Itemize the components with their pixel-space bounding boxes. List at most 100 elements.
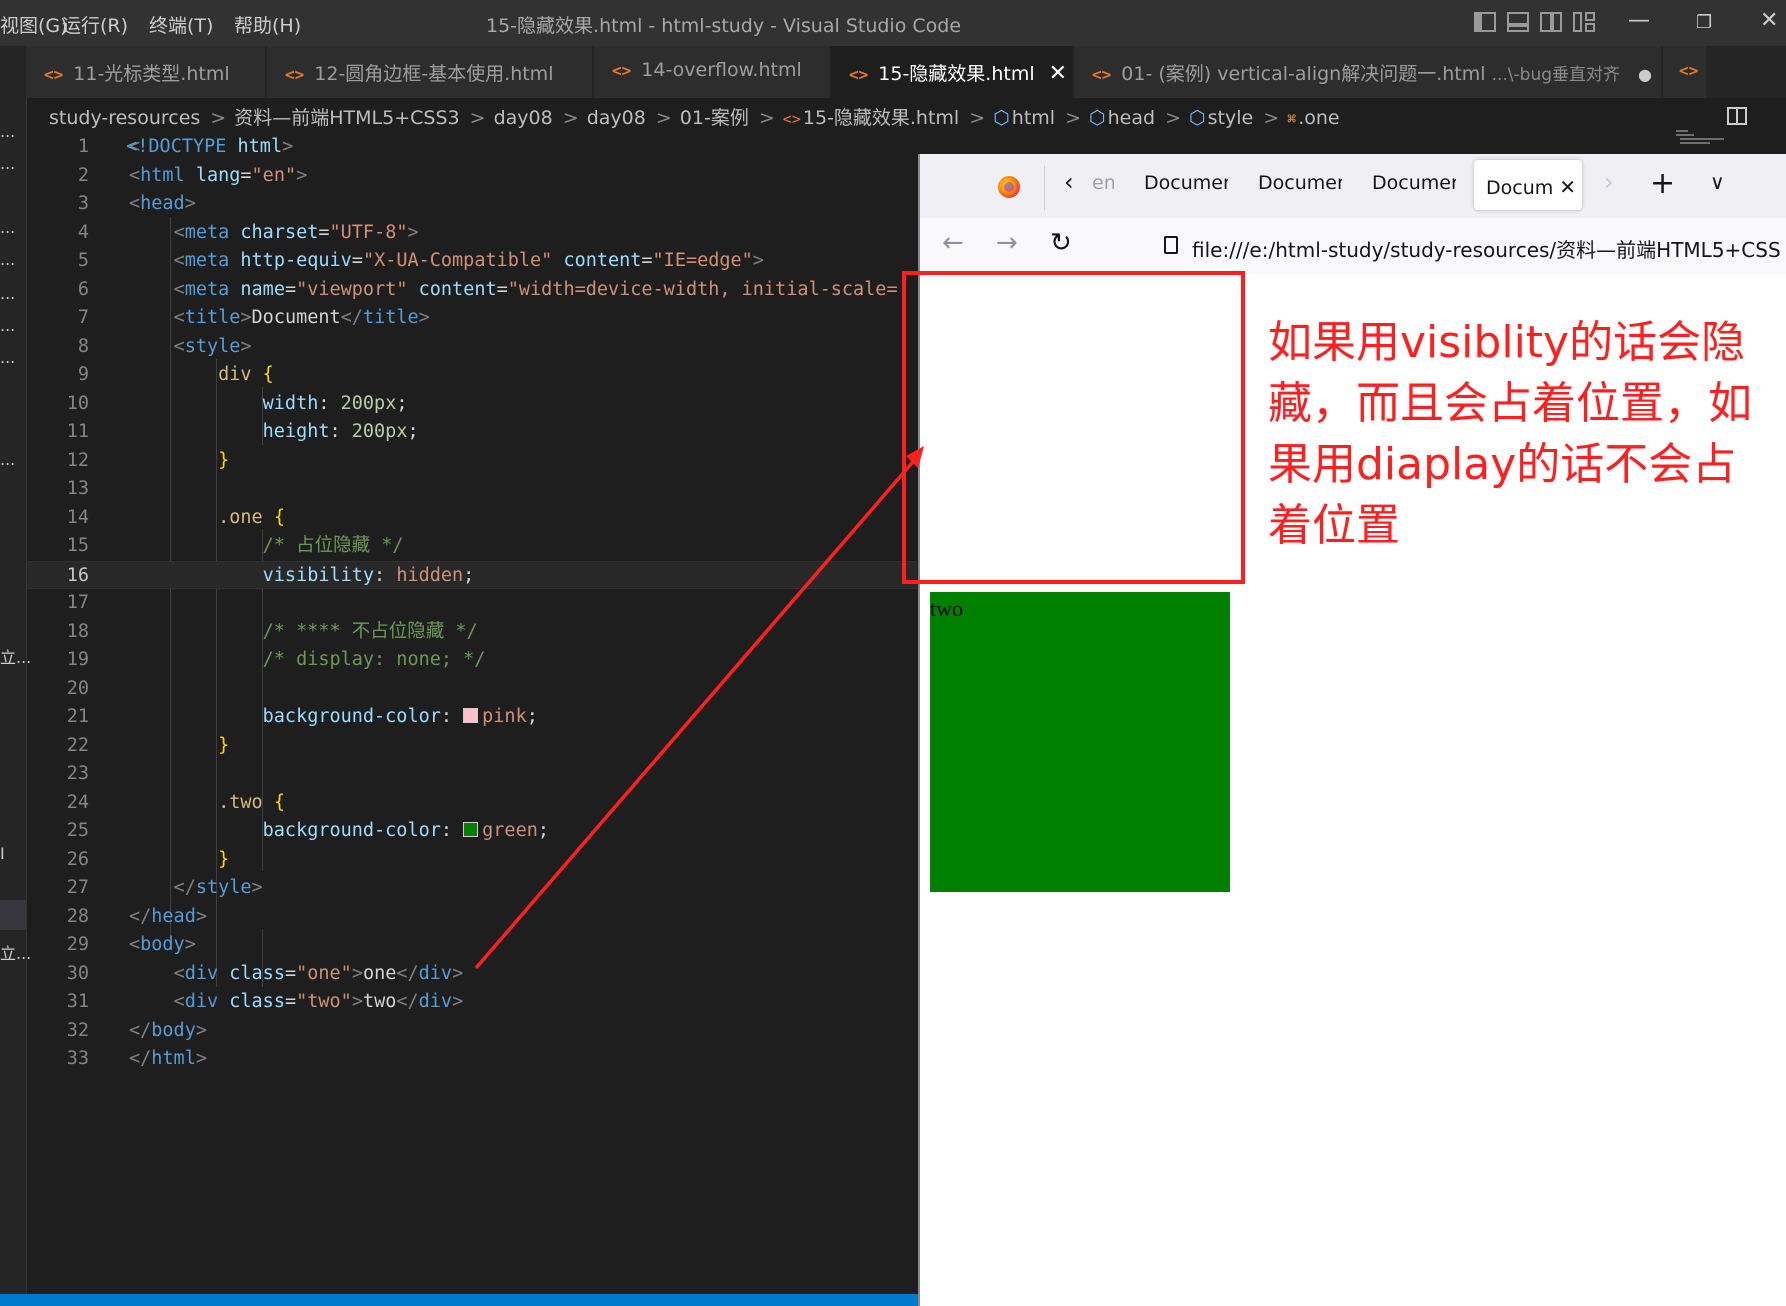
tab-overflow[interactable]: <>0 xyxy=(1663,46,1707,98)
tab-label: 12-圆角边框-基本使用.html xyxy=(314,63,554,85)
browser-tab[interactable]: Documen xyxy=(1372,172,1456,194)
code-line: 27 </style> xyxy=(66,877,263,898)
sidebar-item[interactable]: ... xyxy=(0,218,15,237)
restore-icon[interactable]: ❐ xyxy=(1696,12,1712,33)
page-icon xyxy=(1164,236,1178,254)
sidebar-item[interactable]: ... xyxy=(0,154,15,173)
html-file-icon: <> xyxy=(1679,61,1699,80)
html-file-icon: <> xyxy=(44,65,64,84)
element-cube-icon: ⬡ xyxy=(993,107,1010,129)
sidebar-item[interactable]: I xyxy=(0,844,5,863)
menu-terminal[interactable]: 终端(T) xyxy=(149,11,213,38)
toggle-sidebar-icon[interactable] xyxy=(1474,12,1496,32)
sidebar-item[interactable]: ... xyxy=(0,250,15,269)
toggle-panel-icon[interactable] xyxy=(1507,12,1529,32)
code-line: 26 } xyxy=(66,848,230,870)
code-line: 33 </html> xyxy=(66,1048,207,1069)
left-sidebar-strip: ... ... ... ... ... ... ... ... 立... I 立… xyxy=(0,98,31,1294)
breadcrumb-item[interactable]: day08 xyxy=(494,107,553,129)
breadcrumb-item[interactable]: 资料—前端HTML5+CSS3 xyxy=(234,107,459,129)
unsaved-dot-icon[interactable]: ● xyxy=(1638,65,1652,84)
tab-label: 15-隐藏效果.html xyxy=(878,63,1035,85)
code-line: 7 <title>Document</title> xyxy=(77,307,430,328)
tab-label: 01- (案例) vertical-align解决问题一.html xyxy=(1121,63,1486,85)
window-title: 15-隐藏效果.html - html-study - Visual Studi… xyxy=(486,15,962,37)
firefox-logo-icon xyxy=(998,176,1020,198)
close-tab-icon[interactable]: ✕ xyxy=(1049,61,1067,86)
box-two-text: two xyxy=(930,596,963,621)
tab-label: 14-overflow.html xyxy=(641,59,802,81)
code-line: 1 <<!DOCTYPE html> xyxy=(77,136,294,157)
sidebar-item[interactable]: ... xyxy=(0,316,15,335)
tab-12[interactable]: <> 12-圆角边框-基本使用.html xyxy=(267,46,593,98)
code-line-current: 16 visibility: hidden; xyxy=(27,560,917,589)
code-line: 3 <head> xyxy=(77,193,196,214)
minimap[interactable] xyxy=(1676,130,1726,146)
menu-help[interactable]: 帮助(H) xyxy=(234,11,301,38)
reload-icon[interactable]: ↻ xyxy=(1050,228,1072,258)
tab-description: ...\-bug垂直对齐 xyxy=(1491,65,1621,85)
list-tabs-icon[interactable]: ∨ xyxy=(1710,170,1725,194)
tab-scroll-left-icon[interactable]: ‹ xyxy=(1064,168,1074,196)
browser-toolbar: ← → ↻ file:///e:/html-study/study-resour… xyxy=(920,218,1786,275)
back-icon[interactable]: ← xyxy=(942,228,964,258)
html-file-icon: <> xyxy=(782,110,801,128)
code-line: 23 xyxy=(66,763,89,784)
sidebar-item[interactable]: ... xyxy=(0,284,15,303)
pink-color-swatch[interactable] xyxy=(463,708,479,723)
title-bar: 视图(G) 运行(R) 终端(T) 帮助(H) 15-隐藏效果.html - h… xyxy=(0,0,1786,46)
code-line: 32 </body> xyxy=(66,1019,207,1041)
browser-tab[interactable]: Documen xyxy=(1144,172,1228,194)
new-tab-icon[interactable]: + xyxy=(1650,166,1675,201)
breadcrumb-item[interactable]: 01-案例 xyxy=(680,107,749,129)
toggle-secondary-sidebar-icon[interactable] xyxy=(1540,12,1562,32)
breadcrumb-item[interactable]: .one xyxy=(1298,107,1339,129)
breadcrumb-item[interactable]: 15-隐藏效果.html xyxy=(803,107,959,129)
close-window-icon[interactable]: ✕ xyxy=(1760,8,1778,33)
tab-scroll-right-icon[interactable]: › xyxy=(1604,168,1614,196)
split-editor-icon[interactable] xyxy=(1727,107,1747,125)
code-line: 25 background-color: green; xyxy=(66,820,549,841)
highlight-box xyxy=(902,271,1245,584)
forward-icon[interactable]: → xyxy=(996,228,1018,258)
code-line: 11 height: 200px; xyxy=(66,421,419,442)
close-tab-icon[interactable]: ✕ xyxy=(1559,175,1576,199)
customize-layout-icon[interactable] xyxy=(1573,12,1595,32)
code-line: 30 <div class="one">one</div> xyxy=(66,962,464,984)
breadcrumb-item[interactable]: head xyxy=(1108,107,1155,129)
sidebar-item[interactable]: ... xyxy=(0,348,15,367)
menu-run[interactable]: 运行(R) xyxy=(62,11,128,38)
code-line: 20 xyxy=(66,677,89,699)
sidebar-item[interactable]: ... xyxy=(0,450,15,469)
green-color-swatch[interactable] xyxy=(463,822,479,837)
tab-01[interactable]: <> 01- (案例) vertical-align解决问题一.html ...\… xyxy=(1074,46,1662,98)
sidebar-active-item[interactable] xyxy=(0,900,26,930)
code-line: 9 div { xyxy=(77,364,274,385)
breadcrumb-item[interactable]: day08 xyxy=(587,107,646,129)
tab-14[interactable]: <> 14-overflow.html xyxy=(594,46,830,98)
code-line: 21 background-color: pink; xyxy=(66,706,538,727)
code-line: 13 xyxy=(66,478,89,499)
html-file-icon: <> xyxy=(285,65,305,84)
browser-tab-active[interactable]: Docum ✕ xyxy=(1474,160,1582,210)
breadcrumb-item[interactable]: html xyxy=(1012,107,1055,129)
code-line: 19 /* display: none; */ xyxy=(66,649,486,670)
tab-11[interactable]: <> 11-光标类型.html xyxy=(26,46,266,98)
tab-15-active[interactable]: <> 15-隐藏效果.html ✕ xyxy=(831,46,1073,98)
breadcrumb-item[interactable]: style xyxy=(1208,107,1254,129)
code-line: 28 </head> xyxy=(66,905,207,927)
divider xyxy=(1044,166,1045,210)
minimize-icon[interactable]: — xyxy=(1628,8,1650,33)
browser-tab[interactable]: en xyxy=(1092,172,1114,194)
browser-tab[interactable]: Documen xyxy=(1258,172,1342,194)
breadcrumb: study-resources > 资料—前端HTML5+CSS3 > day08 >… xyxy=(49,107,1340,129)
url-text: file:///e:/html-study/study-resources/资料… xyxy=(1192,238,1781,262)
sidebar-item[interactable]: ... xyxy=(0,122,15,141)
breadcrumb-item[interactable]: study-resources xyxy=(49,107,200,129)
code-line: 15 /* 占位隐藏 */ xyxy=(66,535,404,556)
code-line: 5 <meta http-equiv="X-UA-Compatible" con… xyxy=(77,250,764,271)
url-bar[interactable]: file:///e:/html-study/study-resources/资料… xyxy=(1150,228,1786,264)
status-bar xyxy=(0,1294,918,1306)
menu-view[interactable]: 视图(G) xyxy=(0,11,68,38)
code-line: 22 } xyxy=(66,734,230,756)
